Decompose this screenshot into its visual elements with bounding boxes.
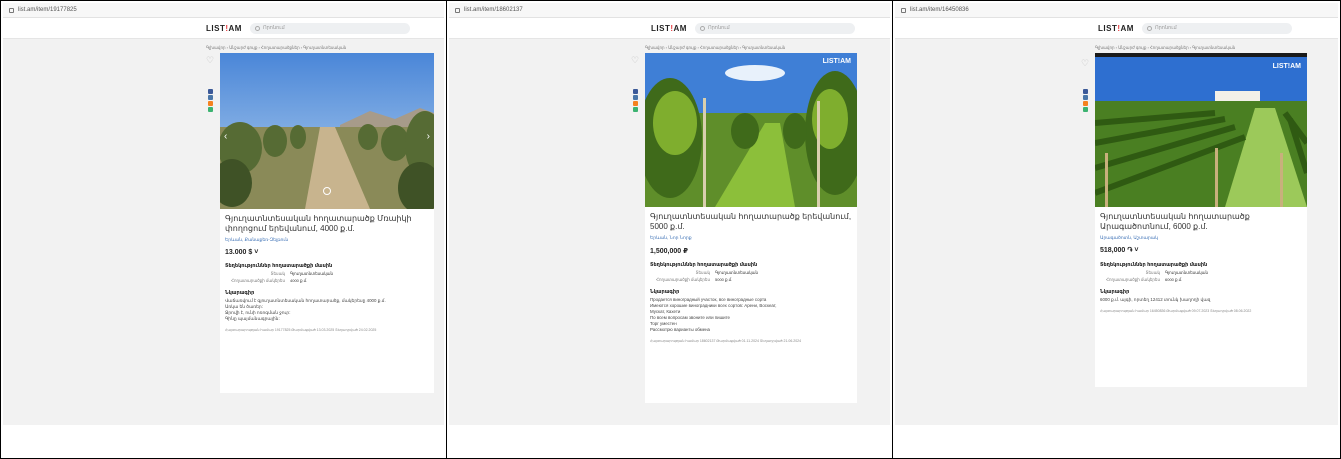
breadcrumb[interactable]: Գլխավոր › Անշարժ գույք › Հողատարածքներ ›… bbox=[645, 45, 785, 50]
screenshot-grid: list.am/item/19177825 LIST!AM Որոնում Գլ… bbox=[0, 0, 1341, 459]
listing-meta: Հայտարարության համար 16450836 Թարմացված … bbox=[1100, 309, 1252, 313]
lock-icon bbox=[9, 7, 14, 13]
description: Продается виноградный участок, все виног… bbox=[650, 297, 777, 332]
description: Վաճառվում է գյուղատնտեսական հողատարածք, … bbox=[225, 298, 386, 321]
details-heading: Տեղեկություններ հողատարածքի մասին bbox=[225, 263, 333, 269]
watermark-logo: LIST!AM bbox=[1272, 63, 1301, 70]
listing-title: Գյուղատնտեսական հողատարածք Մռաիկի փողոցո… bbox=[225, 214, 412, 233]
listing-photo[interactable]: LIST!AM bbox=[1095, 53, 1307, 207]
favorite-heart-icon[interactable]: ♡ bbox=[1081, 59, 1090, 68]
panel-3: list.am/item/16450836 LIST!AM Որոնում Գլ… bbox=[893, 1, 1340, 458]
lock-icon bbox=[455, 7, 460, 13]
details-heading: Տեղեկություններ հողատարածքի մասին bbox=[1100, 262, 1208, 268]
site-logo[interactable]: LIST!AM bbox=[1098, 24, 1134, 33]
description-heading: Նկարագիր bbox=[650, 289, 680, 295]
vk-icon[interactable] bbox=[633, 95, 638, 100]
address-bar[interactable]: list.am/item/18602137 bbox=[449, 3, 890, 18]
zoom-icon[interactable] bbox=[323, 187, 331, 195]
listing-title: Գյուղատնտեսական հողատարածք Արագածոտնում,… bbox=[1100, 212, 1250, 231]
details-heading: Տեղեկություններ հողատարածքի մասին bbox=[650, 262, 758, 268]
listing-title: Գյուղատնտեսական հողատարածք երեվանում, 50… bbox=[650, 212, 852, 231]
listing-price[interactable]: 13.000 $ ˅ bbox=[220, 249, 434, 256]
site-header: LIST!AM Որոնում bbox=[895, 18, 1338, 39]
share-buttons bbox=[1083, 89, 1088, 112]
detail-row: Հողատարածքի մակերես 5000 ք.մ. bbox=[656, 277, 733, 282]
whatsapp-icon[interactable] bbox=[1083, 107, 1088, 112]
description-heading: Նկարագիր bbox=[1100, 289, 1130, 295]
search-input[interactable]: Որոնում bbox=[694, 22, 855, 34]
browser-screenshot-1: list.am/item/19177825 LIST!AM Որոնում Գլ… bbox=[3, 3, 444, 425]
share-buttons bbox=[633, 89, 638, 112]
browser-screenshot-2: list.am/item/18602137 LIST!AM Որոնում Գլ… bbox=[449, 3, 890, 425]
listing-price[interactable]: 518,000 ֏ ˅ bbox=[1095, 247, 1307, 255]
description-heading: Նկարագիր bbox=[225, 290, 255, 296]
breadcrumb[interactable]: Գլխավոր › Անշարժ գույք › Հողատարածքներ ›… bbox=[1095, 45, 1235, 50]
detail-row: Հողատարածքի մակերես 6000 ք.մ. bbox=[1106, 277, 1183, 282]
listing-card: LIST!AM Գյուղատնտեսական հողատարածք երեվա… bbox=[645, 53, 857, 403]
facebook-icon[interactable] bbox=[1083, 89, 1088, 94]
url-text: list.am/item/16450836 bbox=[910, 7, 969, 13]
search-input[interactable]: Որոնում bbox=[1141, 22, 1292, 34]
favorite-heart-icon[interactable]: ♡ bbox=[631, 56, 640, 65]
breadcrumb[interactable]: Գլխավոր › Անշարժ գույք › Հողատարածքներ ›… bbox=[206, 45, 346, 50]
detail-row: Տեսակ Գյուղատնտեսական bbox=[270, 271, 334, 276]
site-header: LIST!AM Որոնում bbox=[449, 18, 890, 39]
site-logo[interactable]: LIST!AM bbox=[651, 24, 687, 33]
odnoklassniki-icon[interactable] bbox=[1083, 101, 1088, 106]
url-text: list.am/item/18602137 bbox=[464, 7, 523, 13]
search-icon bbox=[1146, 25, 1152, 31]
listing-photo[interactable]: LIST!AM bbox=[645, 53, 857, 207]
detail-row: Հողատարածքի մակերես 4000 ք.մ. bbox=[231, 278, 308, 283]
facebook-icon[interactable] bbox=[633, 89, 638, 94]
listing-location[interactable]: Երևան, Նոր Նորք bbox=[645, 235, 857, 241]
lock-icon bbox=[901, 7, 906, 13]
site-header: LIST!AM Որոնում bbox=[3, 18, 444, 39]
odnoklassniki-icon[interactable] bbox=[208, 101, 213, 106]
panel-1: list.am/item/19177825 LIST!AM Որոնում Գլ… bbox=[1, 1, 447, 458]
address-bar[interactable]: list.am/item/16450836 bbox=[895, 3, 1338, 18]
listing-location[interactable]: Երևան, Քանաքեռ-Զեյթուն bbox=[220, 237, 434, 243]
vk-icon[interactable] bbox=[1083, 95, 1088, 100]
search-icon bbox=[254, 25, 260, 31]
watermark-logo: LIST!AM bbox=[822, 58, 851, 65]
search-icon bbox=[699, 25, 705, 31]
listing-meta: Հայտարարության համար 18602137 Թարմացված … bbox=[650, 339, 802, 343]
address-bar[interactable]: list.am/item/19177825 bbox=[3, 3, 444, 18]
listing-meta: Հայտարարության համար 19177825 Թարմացված … bbox=[225, 328, 377, 332]
browser-screenshot-3: list.am/item/16450836 LIST!AM Որոնում Գլ… bbox=[895, 3, 1338, 425]
share-buttons bbox=[208, 89, 213, 112]
whatsapp-icon[interactable] bbox=[208, 107, 213, 112]
vk-icon[interactable] bbox=[208, 95, 213, 100]
prev-photo-chevron-left-icon[interactable]: ‹ bbox=[224, 131, 227, 142]
favorite-heart-icon[interactable]: ♡ bbox=[206, 56, 215, 65]
site-logo[interactable]: LIST!AM bbox=[206, 24, 242, 33]
listing-card: LIST!AM Գյուղատնտեսական հողատարածք Արագա… bbox=[1095, 53, 1307, 387]
odnoklassniki-icon[interactable] bbox=[633, 101, 638, 106]
whatsapp-icon[interactable] bbox=[633, 107, 638, 112]
search-input[interactable]: Որոնում bbox=[249, 22, 410, 34]
next-photo-chevron-right-icon[interactable]: › bbox=[427, 131, 430, 142]
panel-2: list.am/item/18602137 LIST!AM Որոնում Գլ… bbox=[447, 1, 893, 458]
url-text: list.am/item/19177825 bbox=[18, 7, 77, 13]
listing-photo[interactable]: ‹ › bbox=[220, 53, 434, 209]
listing-card: ‹ › Գյուղատնտեսական հողատարածք Մռաիկի փո… bbox=[220, 53, 434, 393]
detail-row: Տեսակ Գյուղատնտեսական bbox=[1145, 270, 1209, 275]
description: 6000 ք.մ. այգի, որտեղ 12412 տունկ խաղողի… bbox=[1100, 297, 1211, 302]
facebook-icon[interactable] bbox=[208, 89, 213, 94]
detail-row: Տեսակ Գյուղատնտեսական bbox=[695, 270, 759, 275]
listing-location[interactable]: Արագածոտն, Աշտարակ bbox=[1095, 235, 1307, 241]
listing-price[interactable]: 1,500,000 ₽ bbox=[645, 247, 857, 255]
